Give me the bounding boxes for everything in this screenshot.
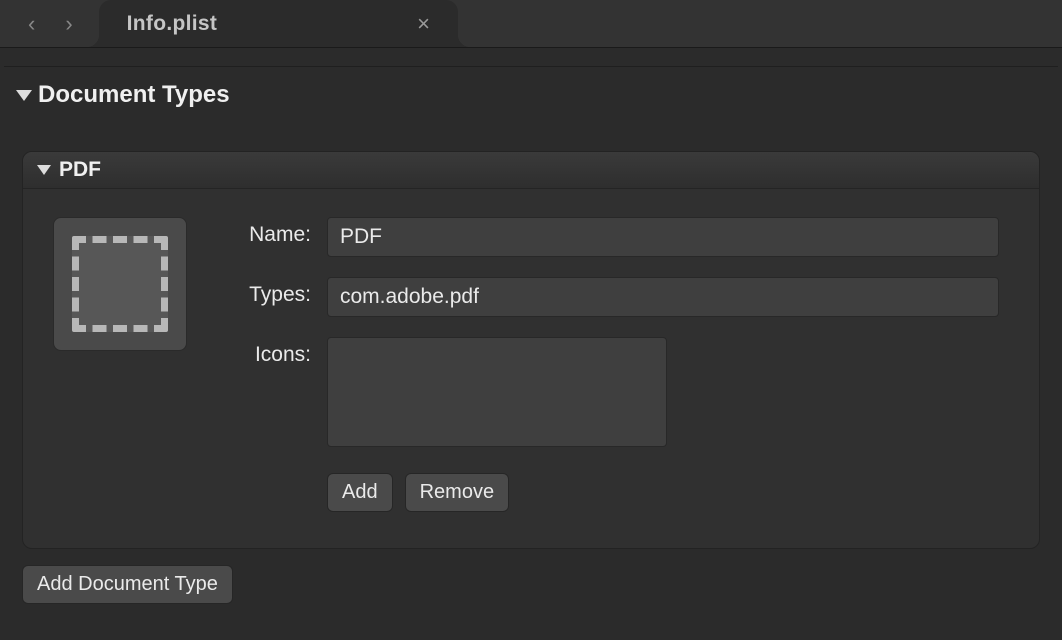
back-arrow-icon[interactable]: ‹: [28, 11, 35, 37]
types-label: Types:: [211, 277, 311, 307]
types-field[interactable]: [327, 277, 999, 317]
name-field[interactable]: [327, 217, 999, 257]
disclosure-triangle-icon[interactable]: [16, 90, 32, 101]
section-title: Document Types: [38, 81, 230, 109]
toolbar: ‹ › Info.plist ×: [0, 0, 1062, 48]
document-type-header[interactable]: PDF: [23, 152, 1039, 189]
nav-arrows: ‹ ›: [0, 11, 89, 37]
icon-placeholder-icon: [72, 236, 168, 332]
add-button[interactable]: Add: [327, 473, 393, 512]
document-type-panel: PDF Name: Types: Icons: Add Remove: [22, 151, 1040, 549]
divider: [4, 66, 1058, 67]
document-type-title: PDF: [59, 158, 101, 182]
icons-label: Icons:: [211, 337, 311, 367]
icons-well[interactable]: [327, 337, 667, 447]
form-rows: Name: Types: Icons: Add Remove: [211, 217, 999, 512]
tab-title: Info.plist: [127, 12, 218, 36]
forward-arrow-icon[interactable]: ›: [65, 11, 72, 37]
disclosure-triangle-icon[interactable]: [37, 165, 51, 175]
remove-button[interactable]: Remove: [405, 473, 509, 512]
section-header[interactable]: Document Types: [4, 77, 1058, 113]
icon-well[interactable]: [53, 217, 187, 351]
button-row: Add Remove: [327, 473, 999, 512]
close-icon[interactable]: ×: [417, 13, 430, 35]
document-type-body: Name: Types: Icons: Add Remove: [23, 189, 1039, 548]
editor-tab[interactable]: Info.plist ×: [99, 0, 458, 47]
footer-row: Add Document Type: [22, 565, 1058, 604]
add-document-type-button[interactable]: Add Document Type: [22, 565, 233, 604]
name-label: Name:: [211, 217, 311, 247]
content-area: Document Types PDF Name: Types: Icons: A…: [0, 48, 1062, 620]
